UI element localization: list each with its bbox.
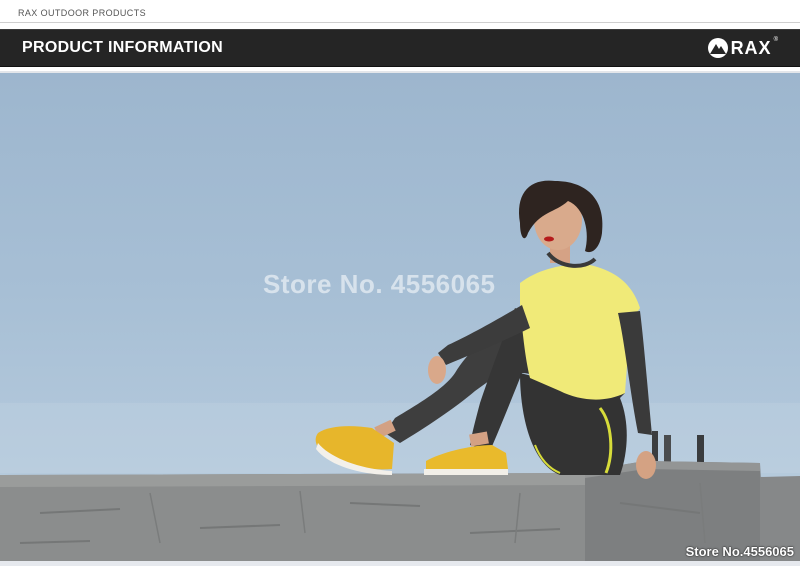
right-hand — [636, 451, 656, 479]
left-hand — [428, 356, 446, 384]
post-2 — [664, 435, 671, 463]
section-banner: PRODUCT INFORMATION RAX ® — [0, 29, 800, 67]
brand-line: RAX OUTDOOR PRODUCTS — [18, 8, 147, 18]
lips — [544, 236, 554, 242]
store-watermark-center: Store No. 4556065 — [263, 269, 496, 299]
top-divider — [0, 22, 800, 23]
section-title: PRODUCT INFORMATION — [22, 39, 223, 56]
bottom-divider — [0, 561, 800, 566]
store-watermark-corner: Store No.4556065 — [685, 544, 794, 559]
photo-scene — [0, 180, 800, 561]
mountain-logo-icon — [707, 38, 728, 58]
product-photo: Store No. 4556065 Store No.4556065 — [0, 73, 800, 561]
logo-text: RAX — [730, 37, 772, 58]
post-3 — [697, 435, 704, 463]
logo-registered-mark: ® — [773, 37, 778, 43]
brand-logo: RAX ® — [707, 36, 778, 60]
